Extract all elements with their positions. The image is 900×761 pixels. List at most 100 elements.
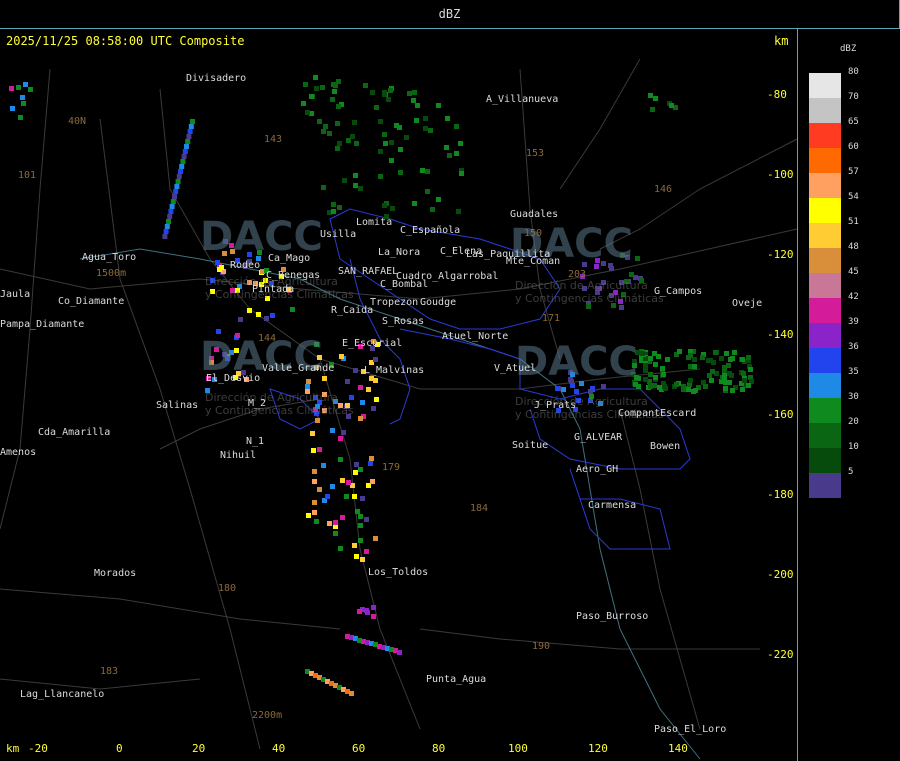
echo-cell (383, 141, 388, 146)
echo-cell (306, 513, 311, 518)
echo-cell (663, 386, 668, 391)
legend-label: 45 (848, 267, 859, 277)
legend-swatch (809, 448, 841, 473)
echo-cell (187, 129, 193, 134)
y-tick: -160 (767, 408, 794, 421)
echo-cell (404, 135, 409, 140)
echo-cell (352, 120, 357, 125)
place-label: CompantEscard (618, 408, 697, 419)
place-label: Jaula (0, 289, 31, 300)
echo-cell (352, 494, 357, 499)
road-number: 144 (258, 333, 277, 344)
echo-cell (373, 357, 378, 362)
echo-cell (360, 496, 365, 501)
legend-label: 5 (848, 467, 854, 477)
echo-cell (746, 383, 751, 388)
place-label: Los_Toldos (368, 567, 429, 578)
road-number: 153 (526, 148, 545, 159)
echo-cell (635, 256, 640, 261)
place-label: Punta_Agua (426, 674, 487, 685)
echo-cell (354, 554, 359, 559)
place-label: SAN_RAFAEL (338, 266, 399, 277)
echo-cell (382, 203, 387, 208)
legend-label: 39 (848, 317, 859, 327)
echo-cell (335, 146, 340, 151)
echo-cell (629, 272, 634, 277)
road-number: 183 (100, 666, 119, 677)
echo-cell (740, 357, 745, 362)
echo-cell (317, 487, 322, 492)
echo-cell (748, 367, 753, 372)
echo-cell (657, 385, 662, 390)
echo-cell (724, 351, 729, 356)
place-label: Goudge (420, 297, 457, 308)
echo-cell (184, 144, 189, 149)
echo-cell (619, 305, 624, 310)
echo-cell (425, 189, 430, 194)
unit-label-bottom: km (6, 742, 20, 755)
legend-label: 48 (848, 242, 859, 252)
echo-cell (270, 313, 275, 318)
legend-label: 57 (848, 167, 859, 177)
echo-cell (338, 457, 343, 462)
echo-cell (398, 147, 403, 152)
echo-cell (338, 546, 343, 551)
echo-cell (341, 430, 346, 435)
legend-swatch (809, 373, 841, 398)
echo-cell (333, 531, 338, 536)
echo-cell (368, 461, 373, 466)
place-label: Rodeo (230, 260, 261, 271)
echo-cell (358, 416, 363, 421)
echo-cell (353, 183, 358, 188)
echo-cell (170, 199, 176, 204)
echo-cell (353, 173, 358, 178)
echo-cell (321, 129, 326, 134)
echo-cell (382, 132, 387, 137)
echo-cell (378, 174, 383, 179)
echo-cell (349, 691, 354, 696)
x-tick: 40 (272, 742, 286, 755)
y-tick: -80 (767, 88, 787, 101)
place-label: Tropezon (370, 297, 419, 308)
echo-cell (327, 131, 332, 136)
echo-cell (688, 353, 693, 358)
echo-cell (374, 105, 379, 110)
echo-cell (373, 378, 378, 383)
echo-cell (677, 349, 682, 354)
echo-cell (561, 387, 566, 392)
echo-cell (719, 356, 724, 361)
road-number: 101 (18, 170, 37, 181)
place-label: A_Villanueva (486, 94, 559, 105)
echo-cell (331, 202, 336, 207)
echo-cell (178, 169, 183, 174)
place-label: Lag_Llancanelo (20, 689, 105, 700)
radar-map-panel[interactable]: DACC Dirección de Agricultura y Contingen… (0, 29, 798, 761)
road-number: 184 (470, 503, 489, 514)
legend-swatch (809, 248, 841, 273)
legend-label: 65 (848, 117, 859, 127)
echo-cell (353, 470, 358, 475)
place-label: Pampa_Diamante (0, 319, 85, 330)
echo-cell (436, 103, 441, 108)
echo-cell (681, 387, 686, 392)
road-layer (0, 58, 797, 750)
place-label: C_Benegas (266, 270, 321, 281)
echo-cell (382, 90, 387, 95)
echo-cell (323, 124, 328, 129)
echo-cell (185, 139, 191, 144)
echo-cell (358, 523, 363, 528)
echo-cell (661, 372, 666, 377)
legend-swatch (809, 473, 841, 498)
place-label: J_Prats (534, 400, 577, 411)
echo-cell (188, 124, 194, 129)
echo-cell (650, 107, 655, 112)
echo-cell (310, 431, 315, 436)
road-number: 203 (568, 269, 587, 280)
echo-cell (303, 82, 308, 87)
echo-cell (653, 375, 658, 380)
radar-map[interactable] (0, 29, 797, 761)
echo-cell (732, 350, 737, 355)
echo-cell (653, 362, 658, 367)
echo-cell (454, 124, 459, 129)
x-tick: 0 (116, 742, 123, 755)
